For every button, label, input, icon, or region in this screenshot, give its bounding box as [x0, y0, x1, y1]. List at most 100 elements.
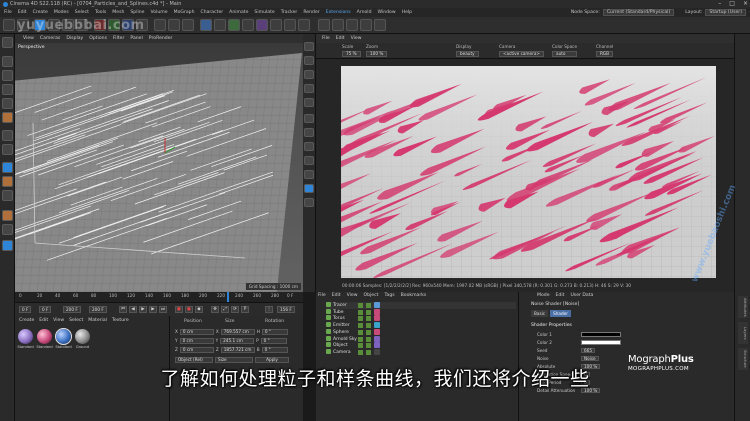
- material-tag-icon[interactable]: [374, 342, 380, 349]
- material-tag-icon[interactable]: [374, 315, 380, 322]
- channel-dropdown[interactable]: RGB: [596, 51, 614, 57]
- render-menu-file[interactable]: File: [322, 36, 330, 41]
- color-space-dropdown[interactable]: auto: [552, 51, 578, 57]
- enable-toggle[interactable]: [366, 343, 371, 349]
- arnold-shader-icon[interactable]: [360, 19, 372, 31]
- menu-render[interactable]: Render: [303, 10, 319, 15]
- material-menu-create[interactable]: Create: [19, 318, 34, 323]
- close-button[interactable]: ×: [743, 0, 748, 7]
- zoom-field[interactable]: 100 %: [366, 51, 388, 57]
- visibility-toggle[interactable]: [358, 316, 363, 322]
- menu-volume[interactable]: Volume: [151, 10, 168, 15]
- licence-icon[interactable]: [304, 184, 314, 193]
- arnold-render-icon[interactable]: [318, 19, 330, 31]
- display-dropdown[interactable]: beauty: [456, 51, 479, 57]
- menu-simulate[interactable]: Simulate: [254, 10, 274, 15]
- cloner-icon[interactable]: [242, 19, 254, 31]
- area-light-icon[interactable]: [304, 84, 314, 93]
- start-frame-field[interactable]: 0 F: [19, 306, 32, 313]
- menu-edit[interactable]: Edit: [18, 10, 27, 15]
- minimize-button[interactable]: –: [718, 0, 721, 7]
- min-frame-field[interactable]: 0 F: [39, 306, 52, 313]
- object-menu-edit[interactable]: Edit: [332, 293, 341, 298]
- timeline-playhead[interactable]: [227, 292, 229, 302]
- tab-attributes-vertical[interactable]: Attributes: [738, 296, 748, 318]
- polygons-mode-icon[interactable]: [2, 112, 13, 123]
- viewport-menu-display[interactable]: Display: [66, 36, 83, 41]
- pen-icon[interactable]: [214, 19, 226, 31]
- shader-icon[interactable]: [304, 128, 314, 137]
- enable-toggle[interactable]: [366, 323, 371, 329]
- object-row[interactable]: Tracer: [326, 302, 516, 309]
- rotation-p-field[interactable]: 0 °: [260, 337, 287, 344]
- timeline-ruler[interactable]: 0 20 40 60 80 100 120 140 160 180 200 22…: [15, 292, 303, 302]
- arnold-help-icon[interactable]: [304, 198, 314, 207]
- current-frame-field[interactable]: 156 F: [277, 306, 295, 313]
- material-menu-material[interactable]: Material: [88, 318, 107, 323]
- scale-control[interactable]: Scale 75 %: [342, 44, 361, 57]
- undo-icon[interactable]: [3, 19, 15, 31]
- visibility-toggle[interactable]: [358, 336, 363, 342]
- cube-icon[interactable]: [200, 19, 212, 31]
- menu-mograph[interactable]: MoGraph: [174, 10, 195, 15]
- object-menu-bookmarks[interactable]: Bookmarks: [401, 293, 427, 298]
- material-menu-view[interactable]: View: [53, 318, 64, 323]
- tab-basic[interactable]: Basic: [531, 310, 549, 317]
- object-row[interactable]: Sphere: [326, 328, 516, 336]
- size-y-field[interactable]: 245.1 cm: [220, 337, 255, 344]
- model-mode-icon[interactable]: [2, 56, 13, 67]
- menu-window[interactable]: Window: [378, 10, 396, 15]
- menu-arnold[interactable]: Arnold: [357, 10, 372, 15]
- material-tag-icon[interactable]: [374, 335, 380, 342]
- light-icon[interactable]: [298, 19, 310, 31]
- end-frame-field[interactable]: 200 F: [89, 306, 107, 313]
- camera-control[interactable]: Camera <active camera>: [499, 44, 544, 57]
- rotation-b-field[interactable]: 0 °: [261, 346, 288, 353]
- material-item[interactable]: Standard: [55, 328, 72, 349]
- paint-icon[interactable]: [2, 240, 13, 251]
- object-menu-object[interactable]: Object: [364, 293, 379, 298]
- go-to-end-icon[interactable]: ⏭: [159, 306, 167, 313]
- menu-modes[interactable]: Modes: [54, 10, 69, 15]
- viewport-menu-panel[interactable]: Panel: [130, 36, 142, 41]
- attr-menu-user-data[interactable]: User Data: [570, 293, 593, 298]
- render-settings-icon[interactable]: [182, 19, 194, 31]
- material-tag-icon[interactable]: [374, 348, 380, 355]
- visibility-toggle[interactable]: [358, 329, 363, 335]
- attr-menu-edit[interactable]: Edit: [556, 293, 565, 298]
- layout-dropdown[interactable]: Startup (User): [705, 9, 746, 16]
- tab-shader[interactable]: Shader: [550, 310, 571, 317]
- snap-icon[interactable]: [2, 176, 13, 187]
- camera-dropdown[interactable]: <active camera>: [499, 51, 544, 57]
- max-frame-field[interactable]: 200 F: [63, 306, 81, 313]
- menu-character[interactable]: Character: [200, 10, 223, 15]
- render-image[interactable]: [341, 66, 716, 278]
- attr-menu-mode[interactable]: Mode: [537, 293, 550, 298]
- rotate-key-icon[interactable]: ⟳: [231, 306, 239, 313]
- material-item[interactable]: Standard: [17, 329, 34, 349]
- workplane-icon[interactable]: [2, 190, 13, 201]
- perspective-viewport[interactable]: View Cameras Display Options Filter Pane…: [15, 34, 303, 292]
- viewport-menu-cameras[interactable]: Cameras: [40, 36, 60, 41]
- solo-icon[interactable]: [2, 162, 13, 173]
- axis-mode-icon[interactable]: [2, 130, 13, 141]
- autokey-icon[interactable]: ●: [185, 306, 193, 313]
- scale-key-icon[interactable]: ⤢: [221, 306, 229, 313]
- light-bulb-icon[interactable]: [304, 56, 314, 65]
- channel-control[interactable]: Channel RGB: [596, 44, 614, 57]
- menu-create[interactable]: Create: [33, 10, 48, 15]
- position-y-field[interactable]: 0 cm: [179, 337, 214, 344]
- menu-animate[interactable]: Animate: [229, 10, 248, 15]
- color-swatch[interactable]: [581, 340, 621, 345]
- size-mode-dropdown[interactable]: Size: [215, 356, 253, 363]
- go-to-start-icon[interactable]: ⏮: [119, 306, 127, 313]
- object-row[interactable]: Tube: [326, 308, 516, 316]
- arnold-light-icon[interactable]: [346, 19, 358, 31]
- spot-light-icon[interactable]: [304, 70, 314, 79]
- texture-mode-icon[interactable]: [2, 70, 13, 81]
- subdivision-icon[interactable]: [228, 19, 240, 31]
- menu-spline[interactable]: Spline: [130, 10, 144, 15]
- ass-icon[interactable]: [304, 156, 314, 165]
- visibility-toggle[interactable]: [358, 343, 363, 349]
- enable-toggle[interactable]: [366, 303, 371, 308]
